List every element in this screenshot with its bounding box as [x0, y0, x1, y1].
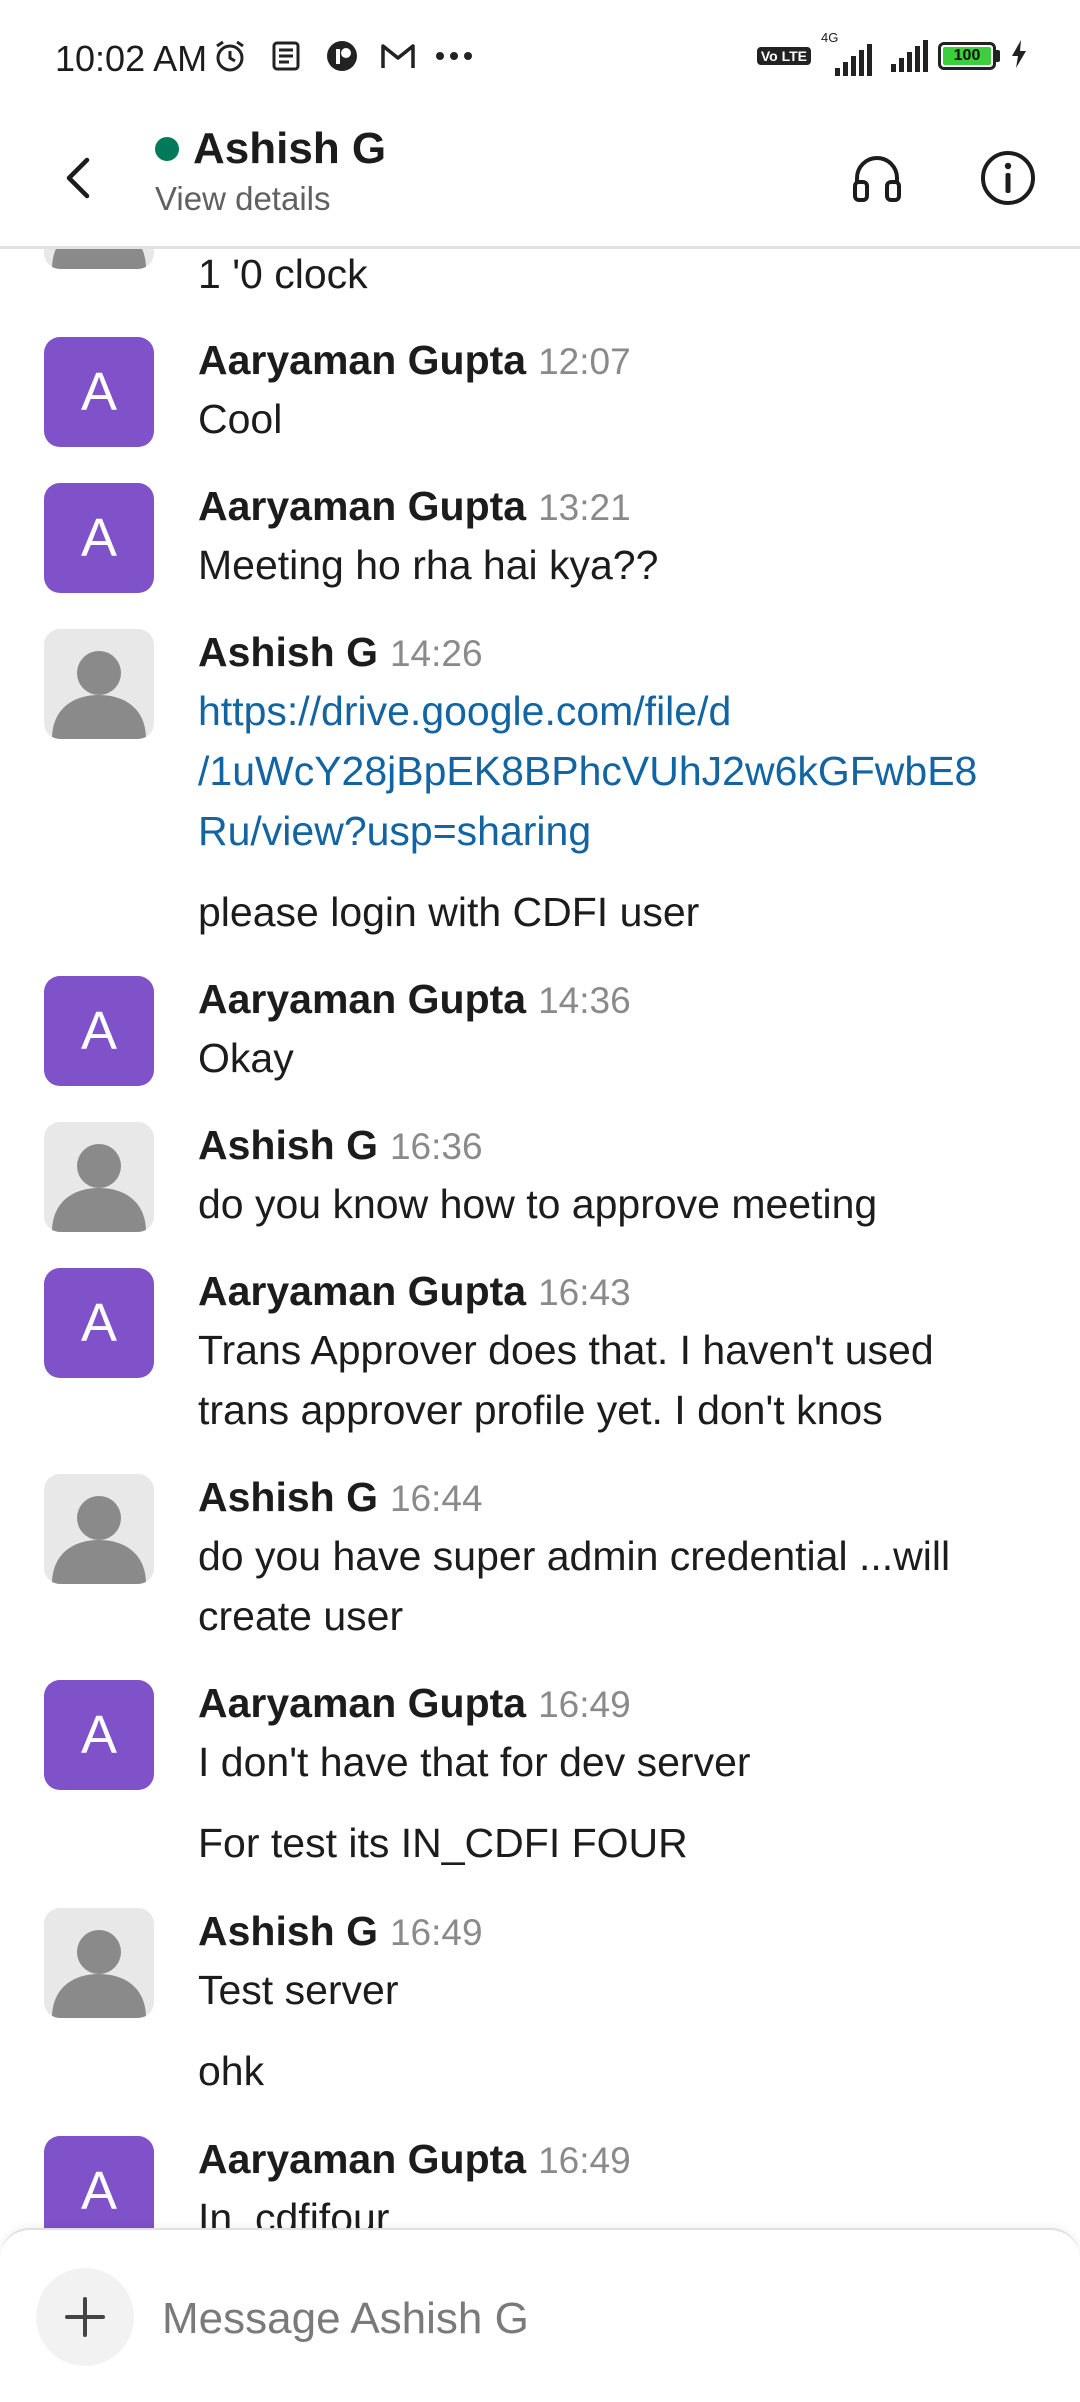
sender-name[interactable]: Ashish G	[198, 1474, 378, 1520]
default-user-icon	[52, 1144, 146, 1232]
status-system-icons: Vo LTE 4G 100	[756, 30, 1028, 76]
default-user-icon	[52, 1496, 146, 1584]
signal-strength-sim1-icon: 4G	[821, 30, 881, 76]
avatar[interactable]	[44, 249, 154, 269]
message-text: ohk	[198, 2048, 265, 2094]
presence-active-icon	[155, 137, 179, 161]
avatar[interactable]: A	[44, 1268, 154, 1378]
huddle-button[interactable]	[837, 138, 917, 218]
message-text: I don't have that for dev server	[198, 1739, 751, 1785]
sender-name[interactable]: Ashish G	[198, 1122, 378, 1168]
message-text: Okay	[198, 1035, 294, 1081]
message-input[interactable]	[160, 2276, 1024, 2362]
conversation-header: Ashish G View details	[0, 120, 1080, 249]
message-text: Trans Approver does that. I haven't used	[198, 1327, 934, 1373]
charging-icon	[1010, 38, 1028, 75]
status-notification-icons	[210, 36, 474, 76]
avatar[interactable]: A	[44, 2136, 154, 2229]
sender-name[interactable]: Aaryaman Gupta	[198, 2136, 526, 2182]
message-time: 12:07	[538, 341, 631, 382]
alarm-icon	[210, 36, 250, 76]
message-time: 16:44	[389, 1478, 483, 1519]
avatar[interactable]: A	[44, 1680, 154, 1790]
message-text: 1 '0 clock	[198, 251, 368, 297]
message-text: For test its IN_CDFI FOUR	[198, 1820, 688, 1866]
battery-icon: 100	[938, 42, 1000, 70]
avatar[interactable]: A	[44, 976, 154, 1086]
add-attachment-button[interactable]	[36, 2268, 134, 2366]
message-link[interactable]: /1uWcY28jBpEK8BPhcVUhJ2w6kGFwbE8	[198, 741, 977, 801]
message-text: create user	[198, 1593, 404, 1639]
sender-name[interactable]: Aaryaman Gupta	[198, 976, 526, 1022]
conversation-title-area[interactable]: Ashish G View details	[155, 124, 386, 218]
message-time: 16:49	[538, 2140, 631, 2181]
message-time: 14:26	[389, 633, 483, 674]
avatar[interactable]	[44, 1474, 154, 1584]
avatar[interactable]	[44, 629, 154, 739]
sender-name[interactable]: Ashish G	[198, 629, 378, 675]
network-type-label: 4G	[821, 30, 839, 45]
volte-badge: Vo LTE	[756, 47, 811, 65]
avatar[interactable]	[44, 1122, 154, 1232]
message-time: 16:36	[389, 1126, 483, 1167]
message-time: 16:43	[538, 1272, 631, 1313]
message-link[interactable]: https://drive.google.com/file/d	[198, 681, 731, 741]
message-time: 13:21	[538, 487, 631, 528]
back-button[interactable]	[50, 150, 106, 206]
sender-name[interactable]: Aaryaman Gupta	[198, 337, 526, 383]
message-text: Meeting ho rha hai kya??	[198, 542, 659, 588]
default-user-icon	[52, 651, 146, 739]
message-time: 16:49	[389, 1912, 483, 1953]
status-bar: 10:02 AM Vo LTE 4G 100	[0, 0, 1080, 120]
battery-level: 100	[943, 47, 991, 65]
headphones-icon	[853, 156, 901, 202]
message-list[interactable]: 1 '0 clock A Aaryaman Gupta 12:07 Cool A …	[0, 249, 1080, 2229]
status-time: 10:02 AM	[55, 38, 208, 79]
notes-icon	[266, 36, 306, 76]
default-user-icon	[52, 1930, 146, 2018]
sender-name[interactable]: Aaryaman Gupta	[198, 1680, 526, 1726]
sender-name[interactable]: Aaryaman Gupta	[198, 1268, 526, 1314]
chevron-left-icon	[66, 157, 90, 199]
avatar[interactable]	[44, 1908, 154, 2018]
gmail-icon	[378, 36, 418, 76]
info-icon	[981, 151, 1035, 205]
message-time: 14:36	[538, 980, 631, 1021]
conversation-title: Ashish G	[193, 124, 387, 173]
message-text: do you have super admin credential ...wi…	[198, 1533, 951, 1579]
app-icon	[322, 36, 362, 76]
message-text: trans approver profile yet. I don't knos	[198, 1387, 883, 1433]
sender-name[interactable]: Aaryaman Gupta	[198, 483, 526, 529]
view-details-link[interactable]: View details	[155, 180, 386, 218]
message-time: 16:49	[538, 1684, 631, 1725]
sender-name[interactable]: Ashish G	[198, 1908, 378, 1954]
signal-strength-sim2-icon	[891, 40, 928, 72]
more-icon	[434, 36, 474, 76]
message-text: Test server	[198, 1967, 399, 2013]
message-text: do you know how to approve meeting	[198, 1181, 878, 1227]
plus-icon	[65, 2297, 105, 2337]
info-button[interactable]	[968, 138, 1048, 218]
message-text: please login with CDFI user	[198, 889, 700, 935]
message-text: Cool	[198, 396, 283, 442]
message-composer	[0, 2228, 1080, 2402]
avatar[interactable]: A	[44, 483, 154, 593]
message-text: In_cdfifour	[198, 2195, 390, 2229]
message-link[interactable]: Ru/view?usp=sharing	[198, 801, 591, 861]
default-user-icon	[52, 249, 146, 269]
avatar[interactable]: A	[44, 337, 154, 447]
